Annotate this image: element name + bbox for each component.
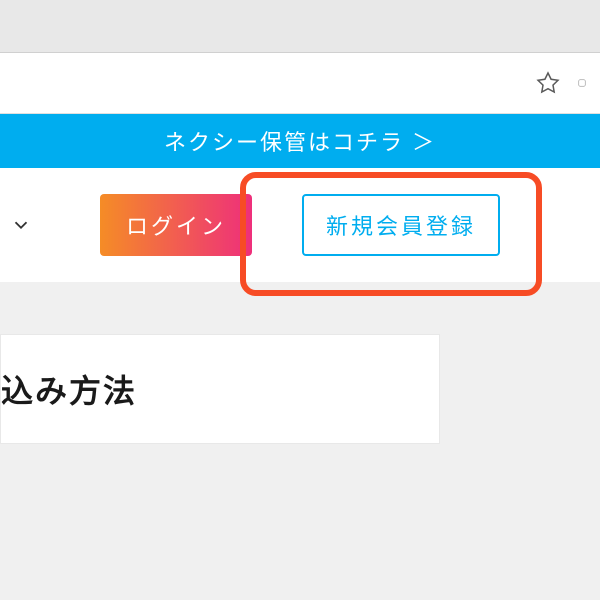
- login-button[interactable]: ログイン: [100, 194, 252, 256]
- bookmark-star-icon[interactable]: [536, 71, 560, 95]
- promo-banner-text: ネクシー保管はコチラ ＞: [164, 125, 436, 157]
- section-heading-card: 込み方法: [0, 334, 440, 444]
- chevron-down-icon[interactable]: [10, 214, 32, 236]
- login-button-label: ログイン: [126, 214, 226, 239]
- signup-button-label: 新規会員登録: [326, 214, 476, 239]
- promo-banner[interactable]: ネクシー保管はコチラ ＞: [0, 114, 600, 168]
- main-content: 込み方法: [0, 282, 600, 600]
- extension-icon[interactable]: [578, 68, 586, 98]
- section-heading: 込み方法: [1, 366, 137, 412]
- header-nav: ログイン 新規会員登録: [0, 168, 600, 282]
- browser-address-bar: [0, 52, 600, 114]
- signup-button[interactable]: 新規会員登録: [302, 194, 500, 256]
- browser-tab-area: [0, 0, 600, 52]
